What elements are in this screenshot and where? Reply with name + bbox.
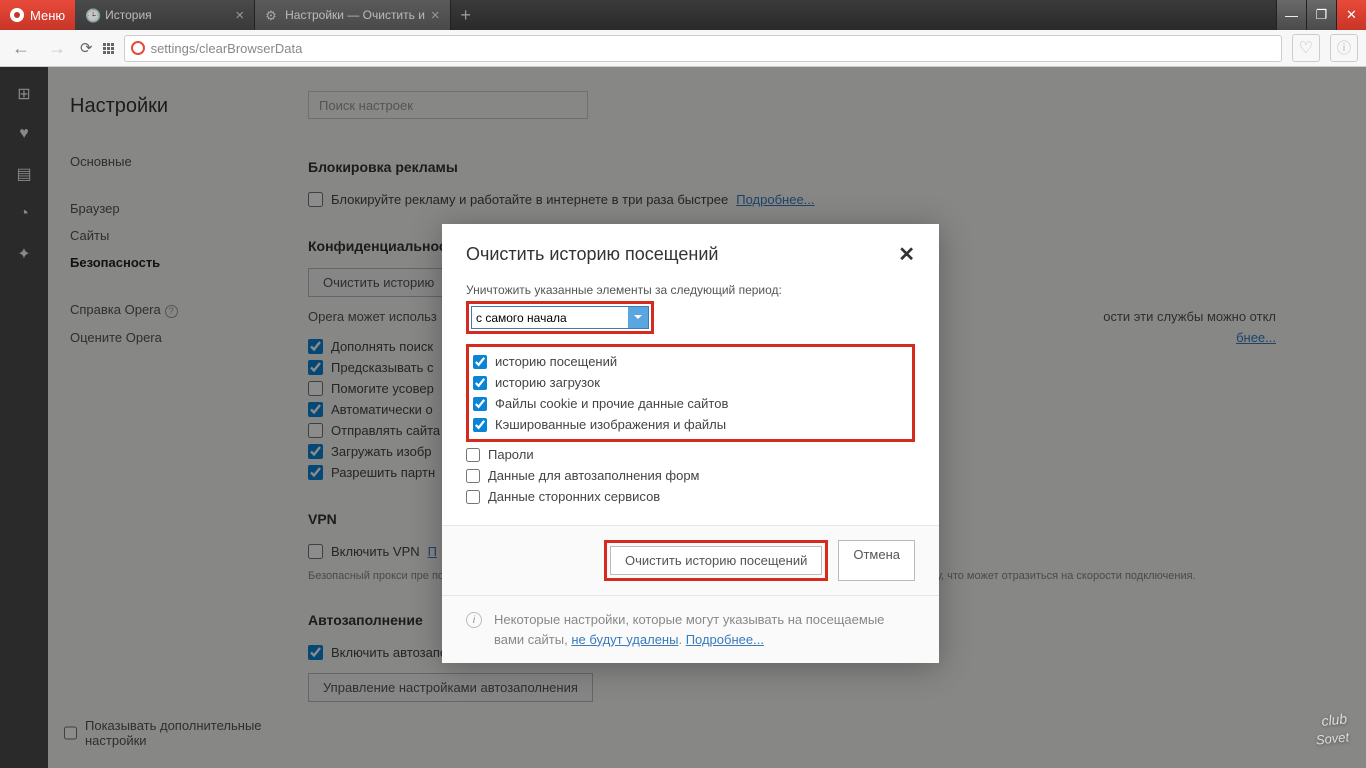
bookmark-button[interactable]: ♡ [1292,34,1320,62]
news-icon[interactable]: ▤ [15,165,33,183]
info-icon: i [466,612,482,628]
period-select[interactable]: с самого начала [471,306,649,329]
tab-history[interactable]: 🕒 История × [75,0,255,30]
tab-settings[interactable]: ⚙ Настройки — Очистить и × [255,0,451,30]
tab-strip: 🕒 История × ⚙ Настройки — Очистить и × + [75,0,1276,30]
icon-sidebar: ⊞ ♥ ▤ ◔ ✦ [0,67,48,768]
cancel-button[interactable]: Отмена [838,540,915,581]
close-icon[interactable]: × [431,7,440,24]
dlg-check-3[interactable]: Кэшированные изображения и файлы [473,414,864,435]
forward-button[interactable]: → [44,38,70,59]
dialog-info: i Некоторые настройки, которые могут ука… [442,595,939,663]
address-bar[interactable] [124,35,1282,62]
menu-button[interactable]: Меню [0,0,75,30]
extensions-icon[interactable]: ✦ [15,245,33,263]
close-icon[interactable]: × [235,7,244,24]
period-highlight: с самого начала [466,301,654,334]
window-controls: — ❐ ✕ [1276,0,1366,30]
dlg-check-4[interactable]: Пароли [466,444,915,465]
period-label: Уничтожить указанные элементы за следующ… [466,283,915,297]
tab-title: История [105,8,229,22]
menu-label: Меню [30,8,65,23]
close-window-button[interactable]: ✕ [1336,0,1366,30]
clear-data-button[interactable]: Очистить историю посещений [610,546,822,575]
maximize-button[interactable]: ❐ [1306,0,1336,30]
apps-icon[interactable]: ⊞ [15,85,33,103]
dialog-close-button[interactable]: ✕ [898,242,915,267]
minimize-button[interactable]: — [1276,0,1306,30]
heart-icon[interactable]: ♥ [15,125,33,143]
page-info-button[interactable]: ⓘ [1330,34,1358,62]
opera-icon [10,8,24,22]
clear-data-dialog: Очистить историю посещений ✕ Уничтожить … [442,224,939,663]
reload-button[interactable]: ⟳ [80,39,93,57]
clock-icon: 🕒 [85,8,99,22]
tab-title: Настройки — Очистить и [285,8,425,22]
clear-button-highlight: Очистить историю посещений [604,540,828,581]
dialog-title: Очистить историю посещений [466,244,718,265]
speed-dial-icon[interactable] [103,43,114,54]
dlg-check-6[interactable]: Данные сторонних сервисов [466,486,915,507]
toolbar: ← → ⟳ ♡ ⓘ [0,30,1366,67]
titlebar: Меню 🕒 История × ⚙ Настройки — Очистить … [0,0,1366,30]
new-tab-button[interactable]: + [451,0,481,30]
dlg-check-2[interactable]: Файлы cookie и прочие данные сайтов [473,393,864,414]
opera-favicon-icon [131,41,145,55]
gear-icon: ⚙ [265,8,279,22]
back-button[interactable]: ← [8,38,34,59]
dlg-check-1[interactable]: историю загрузок [473,372,864,393]
url-input[interactable] [151,41,1275,56]
checks-highlight: историю посещенийисторию загрузокФайлы c… [466,344,915,442]
not-deleted-link[interactable]: не будут удалены [571,632,678,647]
dlg-check-5[interactable]: Данные для автозаполнения форм [466,465,915,486]
clock-icon[interactable]: ◔ [15,205,33,223]
more-link[interactable]: Подробнее... [686,632,764,647]
dlg-check-0[interactable]: историю посещений [473,351,864,372]
